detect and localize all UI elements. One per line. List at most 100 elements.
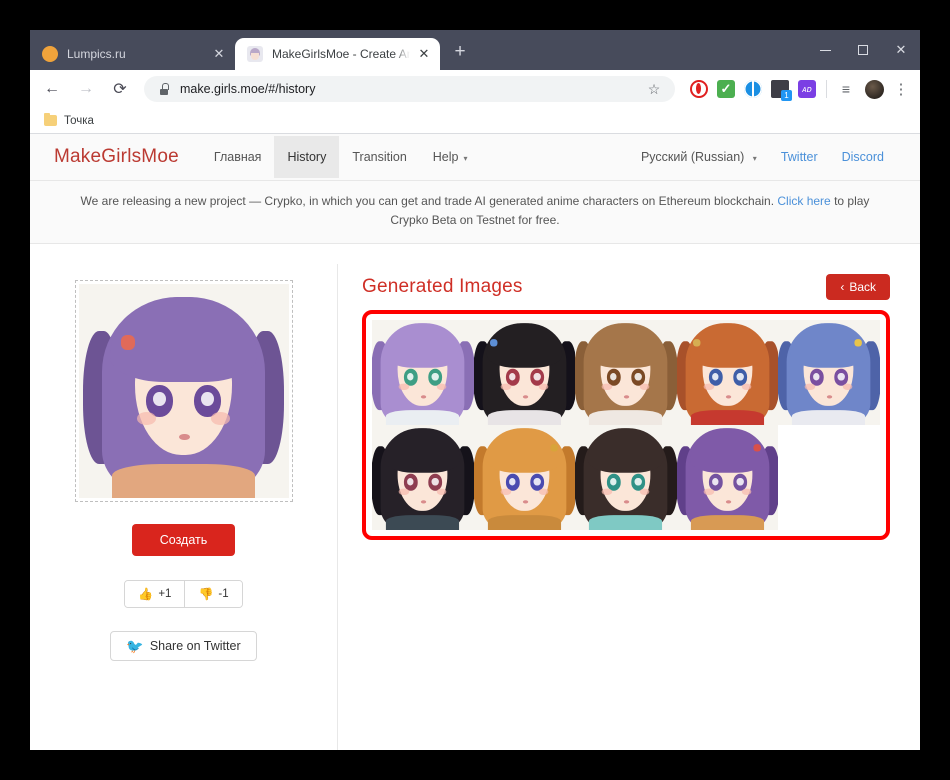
cheek-left: [704, 384, 714, 391]
vote-up-label: +1: [158, 588, 171, 600]
nav-item-help-label: Help: [433, 150, 459, 164]
character-clothing: [691, 515, 764, 530]
character-portrait: [79, 284, 289, 498]
generated-character-preview[interactable]: [75, 280, 293, 502]
mouth: [522, 500, 527, 503]
cheek-left: [704, 489, 714, 496]
create-button[interactable]: Создать: [132, 524, 236, 556]
page-title: Generated Images: [362, 276, 523, 298]
thumbs-down-icon: 👎: [198, 587, 213, 601]
generated-images-highlight: [362, 310, 890, 540]
green-check-extension-icon[interactable]: [717, 80, 735, 98]
browser-menu-icon[interactable]: ⋮: [890, 76, 912, 102]
vote-up-button[interactable]: 👍 +1: [125, 581, 184, 607]
close-icon[interactable]: ✕: [211, 46, 227, 62]
tab-strip: Lumpics.ru ✕ MakeGirlsMoe - Create Anime…: [30, 30, 920, 70]
site-logo[interactable]: MakeGirlsMoe: [54, 146, 179, 168]
character-clothing: [691, 410, 764, 425]
hair-clip-icon: [490, 339, 498, 347]
vote-down-button[interactable]: 👎 -1: [184, 581, 241, 607]
back-button[interactable]: ‹ Back: [826, 274, 890, 300]
character-clothing: [488, 515, 561, 530]
back-navigation-icon[interactable]: ←: [38, 75, 66, 103]
close-icon[interactable]: ✕: [416, 46, 432, 62]
opera-extension-icon[interactable]: [690, 80, 708, 98]
generated-thumb-empty: [778, 425, 880, 530]
character-portrait: [474, 425, 576, 530]
orange-circle-icon: [42, 46, 58, 62]
browser-tab-lumpics[interactable]: Lumpics.ru ✕: [30, 38, 235, 70]
nav-item-transition[interactable]: Transition: [339, 136, 419, 178]
generated-thumb-7[interactable]: [474, 425, 576, 530]
generated-thumb-3[interactable]: [575, 320, 677, 425]
character-portrait: [575, 320, 677, 425]
cheek-left: [399, 489, 409, 496]
new-tab-button[interactable]: +: [446, 39, 474, 67]
generated-thumb-9[interactable]: [677, 425, 779, 530]
folder-icon: [44, 115, 57, 126]
twitter-icon: 🐦: [126, 639, 143, 653]
character-clothing: [386, 515, 459, 530]
generated-thumb-5[interactable]: [778, 320, 880, 425]
language-selector[interactable]: Русский (Russian) ▾: [629, 136, 769, 178]
twitter-link[interactable]: Twitter: [769, 136, 830, 178]
generated-thumb-2[interactable]: [474, 320, 576, 425]
box-extension-icon[interactable]: 1: [771, 80, 789, 98]
share-on-twitter-button[interactable]: 🐦 Share on Twitter: [110, 631, 256, 661]
share-label: Share on Twitter: [150, 639, 241, 653]
mouth: [179, 434, 190, 440]
navbar-right-group: Русский (Russian) ▾ Twitter Discord: [629, 136, 896, 178]
mouth: [725, 395, 730, 398]
character-portrait: [778, 320, 880, 425]
character-clothing: [793, 410, 866, 425]
mouth: [421, 500, 426, 503]
tab-title: MakeGirlsMoe - Create Anime Ch: [272, 47, 410, 61]
left-panel: Создать 👍 +1 👎 -1 🐦 Share on Twitter: [30, 264, 338, 750]
minimize-button[interactable]: [806, 30, 844, 70]
browser-tab-makegirlsmoe[interactable]: MakeGirlsMoe - Create Anime Ch ✕: [235, 38, 440, 70]
generated-thumb-1[interactable]: [372, 320, 474, 425]
banner-text-before: We are releasing a new project — Crypko,…: [81, 194, 778, 208]
toolbar-divider: [826, 80, 827, 98]
generated-images-grid: [372, 320, 880, 530]
forward-navigation-icon[interactable]: →: [72, 75, 100, 103]
mouth: [827, 395, 832, 398]
browser-toolbar: ← → ⟳ make.girls.moe/#/history ☆ 1 ≡ ⋮: [30, 70, 920, 108]
bookmark-label: Точка: [64, 115, 94, 127]
cheek-left: [501, 489, 511, 496]
nav-item-history[interactable]: History: [274, 136, 339, 178]
main-content: Создать 👍 +1 👎 -1 🐦 Share on Twitter: [30, 244, 920, 750]
generated-thumb-6[interactable]: [372, 425, 474, 530]
generated-thumb-4[interactable]: [677, 320, 779, 425]
adblock-extension-icon[interactable]: [798, 80, 816, 98]
maximize-button[interactable]: [844, 30, 882, 70]
generated-images-header: Generated Images ‹ Back: [362, 274, 890, 300]
cheek-left: [399, 384, 409, 391]
bookmark-star-icon[interactable]: ☆: [641, 76, 667, 102]
mouth: [725, 500, 730, 503]
nav-item-home[interactable]: Главная: [201, 136, 275, 178]
announcement-banner: We are releasing a new project — Crypko,…: [30, 181, 920, 244]
reload-icon[interactable]: ⟳: [106, 75, 134, 103]
close-window-button[interactable]: ✕: [882, 30, 920, 70]
page-viewport: MakeGirlsMoe Главная History Transition …: [30, 134, 920, 750]
chevron-down-icon: ▾: [753, 154, 757, 163]
site-navbar: MakeGirlsMoe Главная History Transition …: [30, 134, 920, 181]
address-bar[interactable]: make.girls.moe/#/history ☆: [144, 76, 675, 102]
banner-click-here-link[interactable]: Click here: [777, 194, 830, 208]
avatar[interactable]: [865, 80, 884, 99]
discord-link[interactable]: Discord: [830, 136, 896, 178]
back-button-label: Back: [849, 280, 876, 294]
bookmark-tochka[interactable]: Точка: [44, 115, 94, 127]
hair-bangs: [588, 324, 663, 369]
reading-list-icon[interactable]: ≡: [837, 80, 855, 98]
language-label: Русский (Russian): [641, 150, 744, 164]
generated-thumb-8[interactable]: [575, 425, 677, 530]
lock-icon: [158, 83, 170, 95]
maximize-icon: [858, 45, 868, 55]
mouth: [522, 395, 527, 398]
nav-item-help[interactable]: Help▾: [420, 136, 481, 178]
globe-extension-icon[interactable]: [744, 80, 762, 98]
vote-button-group: 👍 +1 👎 -1: [124, 580, 242, 608]
browser-window: Lumpics.ru ✕ MakeGirlsMoe - Create Anime…: [30, 30, 920, 750]
